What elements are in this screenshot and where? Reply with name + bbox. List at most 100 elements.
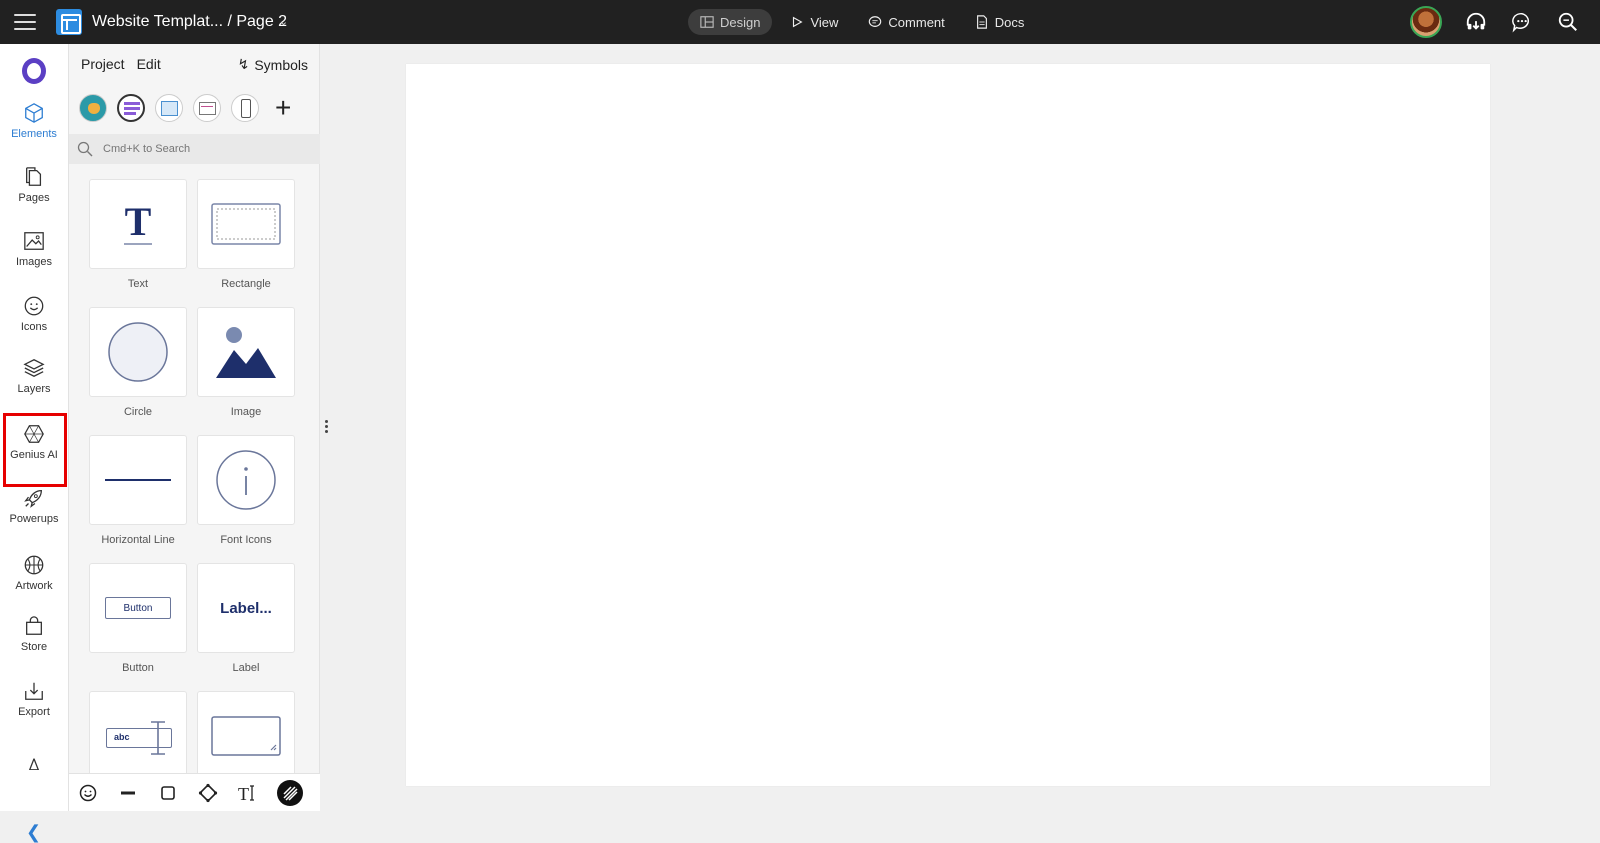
tile-label: Horizontal Line [101,534,175,546]
layers-icon [23,359,45,377]
play-icon [793,16,804,28]
rectangle-tool-icon[interactable] [157,782,179,804]
chat-icon[interactable] [1510,10,1534,34]
nav-item-store[interactable]: Store [0,615,68,653]
tile-preview [89,435,187,525]
nav-item-label: Store [20,641,48,653]
app-logo[interactable] [56,9,82,35]
mode-comment-button[interactable]: Comment [856,9,956,35]
nav-item-layers[interactable]: Layers [0,357,68,395]
tile-label: Label [232,662,260,674]
info-circle-icon [216,450,276,510]
basketball-icon [24,555,44,575]
nav-item-artwork[interactable]: Artwork [0,554,68,592]
image-icon [24,232,44,250]
pages-icon [26,167,42,186]
tile-label: Text [127,278,149,290]
bag-icon [26,616,42,635]
smiley-icon [24,296,44,316]
element-tile-button[interactable]: Button Button [89,563,187,674]
mode-design-button[interactable]: Design [688,9,773,35]
hamburger-menu-icon[interactable] [14,12,36,32]
circle-shape-icon [108,322,168,382]
tile-preview [197,179,295,269]
library-thumb-5[interactable] [231,94,259,122]
horizontal-line-icon [105,479,171,481]
rectangle-shape-icon [211,203,281,245]
svg-text:T: T [125,199,152,244]
tile-preview: abc [89,691,187,774]
add-library-button[interactable]: + [275,94,291,122]
nav-item-label: Artwork [15,580,53,592]
panel-resize-handle[interactable] [325,420,328,435]
element-tile-horizontal-line[interactable]: Horizontal Line [89,435,187,546]
search-input[interactable] [103,143,303,155]
element-tile-circle[interactable]: Circle [89,307,187,418]
search-icon [77,141,93,157]
element-tile-font-icons[interactable]: Font Icons [197,435,295,546]
element-search [69,134,320,164]
top-right-actions [1410,6,1580,38]
mode-label: Design [720,14,761,30]
nav-item-label: Layers [17,383,51,395]
cube-icon [25,103,43,123]
design-canvas[interactable] [330,44,1600,811]
element-tile-rectangle[interactable]: Rectangle [197,179,295,290]
nav-item-export[interactable]: Export [0,680,68,718]
library-thumb-3[interactable] [155,94,183,122]
pen-tool-icon[interactable] [197,782,219,804]
text-area-icon [211,716,281,756]
comment-icon [869,16,882,27]
text-tool-icon[interactable]: T [237,782,259,804]
panel-header: Project Edit ↯ Symbols [69,44,320,84]
nav-item-label: Images [15,256,53,268]
library-thumb-1[interactable] [79,94,107,122]
mode-docs-button[interactable]: Docs [963,9,1037,35]
element-tile-image[interactable]: Image [197,307,295,418]
svg-text:T: T [238,784,249,803]
tile-label: Font Icons [220,534,272,546]
zoom-icon[interactable] [1556,10,1580,34]
library-selector: + [79,94,291,122]
library-thumb-4[interactable] [193,94,221,122]
label-preview: Label... [220,599,272,617]
document-icon [976,15,987,29]
artboard-page[interactable] [406,64,1490,786]
nav-item-icons[interactable]: Icons [0,295,68,333]
tab-edit[interactable]: Edit [137,56,161,72]
tile-label: Button [122,662,154,674]
element-tile-text[interactable]: T Text [89,179,187,290]
emoji-tool-icon[interactable] [77,782,99,804]
document-title[interactable]: Website Templat... / Page 2 [92,13,287,31]
nav-item-label: Pages [18,192,50,204]
library-thumb-2[interactable] [117,94,145,122]
rocket-icon [24,490,42,508]
top-bar: Website Templat... / Page 2 ⌄ Design Vie… [0,0,1600,44]
nav-item-powerups[interactable]: Powerups [0,487,68,525]
element-tile-text-input[interactable]: abc [89,691,187,774]
lightning-icon: ↯ [237,56,250,72]
nav-item-pages[interactable]: Pages [0,166,68,204]
headphones-icon[interactable] [1464,10,1488,34]
element-tile-label[interactable]: Label... Label [197,563,295,674]
nav-item-images[interactable]: Images [0,230,68,268]
chevron-down-icon[interactable]: ⌄ [279,15,288,28]
element-tile-text-area[interactable] [197,691,295,774]
mode-view-button[interactable]: View [778,9,850,35]
tab-project[interactable]: Project [81,56,125,72]
symbols-button[interactable]: ↯ Symbols [238,56,308,73]
tile-label: Rectangle [221,278,271,290]
stencil-tool-icon[interactable] [277,779,303,806]
tile-preview [197,435,295,525]
avatar[interactable] [1410,6,1442,38]
nav-item-elements[interactable]: Elements [0,102,68,140]
mode-label: Docs [994,14,1025,30]
tile-preview: Label... [197,563,295,653]
nav-item-label: Powerups [9,513,59,525]
tile-preview [197,691,295,774]
collapse-chevron-icon[interactable]: ❮ [26,822,41,843]
line-tool-icon[interactable] [117,782,139,804]
brand-logo[interactable] [22,58,46,84]
tile-preview: Button [89,563,187,653]
nav-item-more[interactable] [0,756,68,770]
